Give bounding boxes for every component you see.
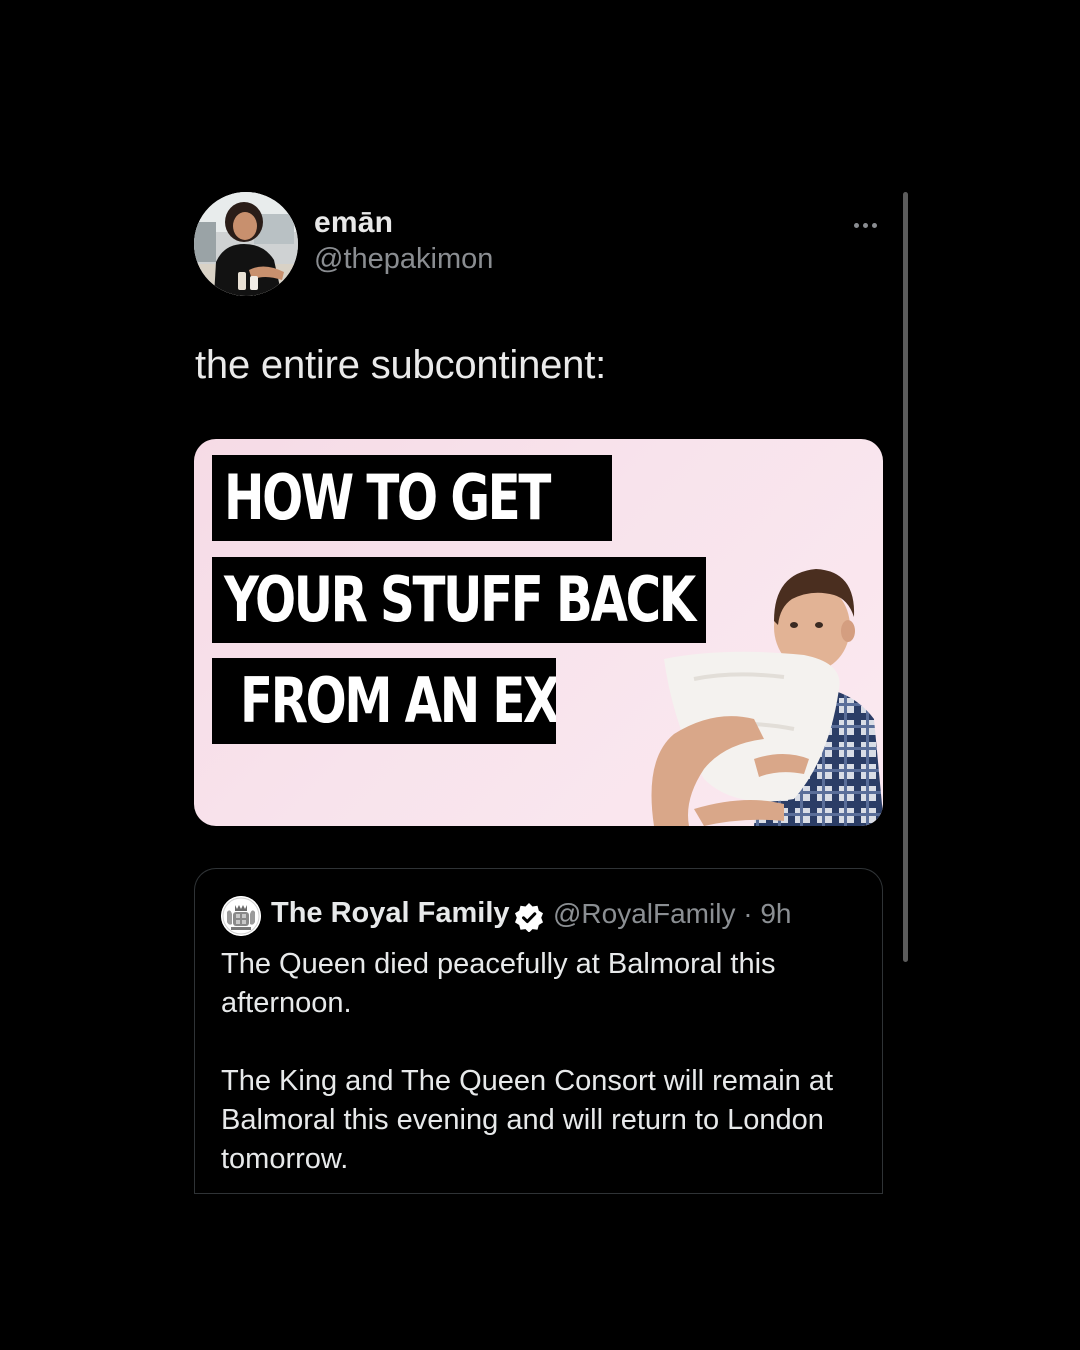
tweet-media-image[interactable]: HOW TO GET YOUR STUFF BACK FROM AN EX	[194, 439, 883, 826]
quoted-author-display-name[interactable]: The Royal Family	[271, 897, 510, 930]
more-options-icon-dot	[862, 222, 868, 228]
tweet-screen: emān @thepakimon the entire subcontinent…	[0, 0, 1080, 1350]
royal-crest-icon	[221, 896, 261, 936]
more-options-icon-dot	[871, 222, 877, 228]
headline-line-3: FROM AN EX	[212, 658, 556, 744]
user-avatar-photo-icon	[194, 192, 298, 296]
headline-line-2-text: YOUR STUFF BACK	[224, 563, 696, 636]
quoted-tweet-card[interactable]: The Royal Family @RoyalFamily · 9h The Q…	[194, 868, 883, 1194]
quoted-author-handle-time[interactable]: @RoyalFamily · 9h	[553, 898, 791, 930]
headline-line-3-text: FROM AN EX	[240, 664, 556, 737]
author-display-name[interactable]: emān	[314, 206, 393, 240]
man-hugging-pillow-illustration	[651, 569, 883, 826]
headline-line-1-text: HOW TO GET	[224, 461, 551, 534]
author-handle[interactable]: @thepakimon	[314, 243, 493, 276]
headline-line-2: YOUR STUFF BACK	[212, 557, 706, 643]
more-options-button[interactable]	[846, 213, 884, 237]
scrollbar[interactable]	[903, 192, 908, 962]
headline-line-1: HOW TO GET	[212, 455, 612, 541]
quoted-tweet-paragraph-1: The Queen died peacefully at Balmoral th…	[221, 948, 776, 1019]
more-options-icon	[853, 222, 859, 228]
author-avatar[interactable]	[194, 192, 298, 296]
quoted-tweet-paragraph-2: The King and The Queen Consort will rema…	[221, 1065, 834, 1175]
verified-badge-icon	[515, 903, 543, 932]
tweet-text: the entire subcontinent:	[195, 343, 607, 387]
quoted-author-avatar[interactable]	[221, 896, 261, 936]
quoted-tweet-text: The Queen died peacefully at Balmoral th…	[221, 945, 861, 1218]
